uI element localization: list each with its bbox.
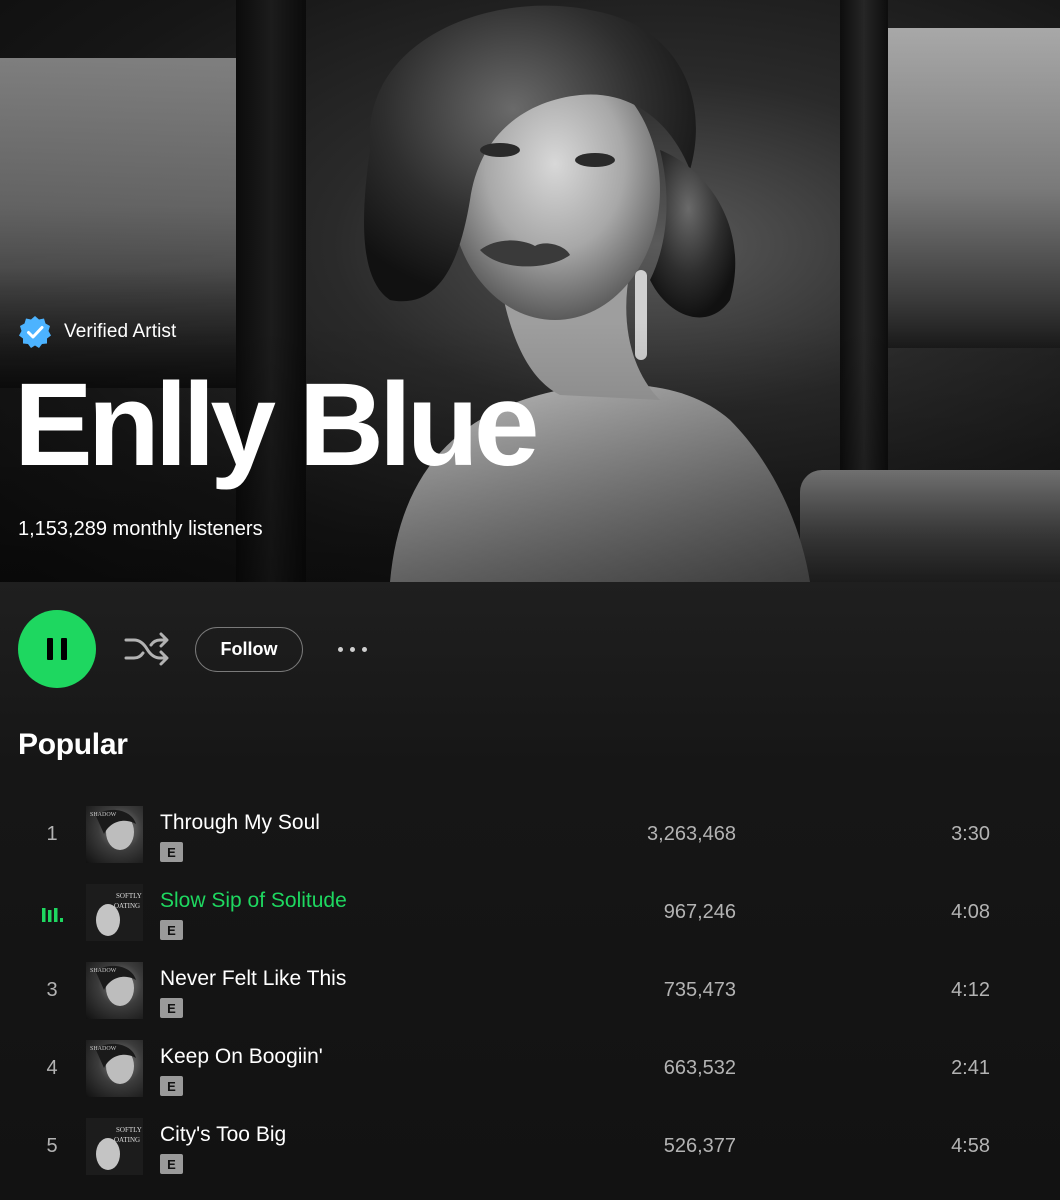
verified-artist-label: Verified Artist	[64, 321, 177, 342]
track-play-count: 735,473	[663, 979, 736, 1001]
svg-text:SHADOW: SHADOW	[90, 968, 117, 974]
pause-icon	[61, 638, 67, 660]
track-duration: 4:12	[951, 979, 990, 1001]
track-title[interactable]: Keep On Boogiin'	[160, 1045, 323, 1069]
svg-text:SOFTLY: SOFTLY	[116, 1126, 142, 1134]
track-row[interactable]: SOFTLY OATING Slow Sip of Solitude E 967,…	[0, 876, 1060, 954]
artist-name: Enlly Blue	[14, 359, 539, 491]
track-rank: 4	[46, 1057, 58, 1079]
track-album-art: SHADOW	[86, 962, 143, 1019]
track-play-count: 663,532	[663, 1057, 736, 1079]
artist-hero: Verified Artist Enlly Blue 1,153,289 mon…	[0, 0, 1060, 582]
explicit-badge: E	[160, 998, 183, 1018]
track-title[interactable]: Never Felt Like This	[160, 967, 346, 991]
verified-artist: Verified Artist	[18, 315, 176, 349]
pause-icon	[47, 638, 53, 660]
svg-text:SOFTLY: SOFTLY	[116, 892, 142, 900]
explicit-badge: E	[160, 842, 183, 862]
track-rank: 3	[46, 979, 58, 1001]
monthly-listeners: 1,153,289 monthly listeners	[18, 518, 263, 540]
popular-heading: Popular	[18, 728, 128, 761]
track-play-count: 3,263,468	[647, 823, 736, 845]
track-row[interactable]: 1 SHADOW Through My Soul E 3,263,468 3:3…	[0, 798, 1060, 876]
shuffle-icon[interactable]	[122, 628, 170, 670]
track-row[interactable]: 5 SOFTLY OATING City's Too Big E 526,377 …	[0, 1110, 1060, 1188]
svg-text:SHADOW: SHADOW	[90, 1046, 117, 1052]
track-album-art: SHADOW	[86, 1040, 143, 1097]
track-album-art: SOFTLY OATING	[86, 1118, 143, 1175]
track-title[interactable]: City's Too Big	[160, 1123, 286, 1147]
track-title[interactable]: Slow Sip of Solitude	[160, 889, 347, 913]
explicit-badge: E	[160, 920, 183, 940]
track-album-art: SOFTLY OATING	[86, 884, 143, 941]
svg-text:OATING: OATING	[114, 902, 140, 910]
verified-badge-icon	[19, 316, 51, 348]
more-options-icon[interactable]	[330, 637, 374, 661]
more-dot	[349, 646, 355, 652]
svg-text:OATING: OATING	[114, 1136, 140, 1144]
svg-text:SHADOW: SHADOW	[90, 812, 117, 818]
track-play-count: 526,377	[663, 1135, 736, 1157]
play-pause-button[interactable]	[18, 610, 96, 688]
track-duration: 4:08	[951, 901, 990, 923]
artist-page: Verified Artist Enlly Blue 1,153,289 mon…	[0, 0, 1060, 1200]
explicit-badge: E	[160, 1076, 183, 1096]
track-duration: 4:58	[951, 1135, 990, 1157]
track-play-count: 967,246	[663, 901, 736, 923]
track-rank: 5	[46, 1135, 58, 1157]
track-album-art: SHADOW	[86, 806, 143, 863]
hero-window-right	[880, 28, 1060, 348]
artist-controls-section: Follow Popular 1 SHADOW Through My Soul …	[0, 582, 1060, 1200]
track-title[interactable]: Through My Soul	[160, 811, 320, 835]
more-dot	[361, 646, 367, 652]
explicit-badge: E	[160, 1154, 183, 1174]
track-row[interactable]: 4 SHADOW Keep On Boogiin' E 663,532 2:41	[0, 1032, 1060, 1110]
follow-button[interactable]: Follow	[195, 627, 303, 672]
track-duration: 3:30	[951, 823, 990, 845]
more-dot	[337, 646, 343, 652]
track-row[interactable]: 3 SHADOW Never Felt Like This E 735,473 …	[0, 954, 1060, 1032]
equalizer-icon	[42, 908, 63, 922]
track-duration: 2:41	[951, 1057, 990, 1079]
track-rank: 1	[46, 823, 58, 845]
